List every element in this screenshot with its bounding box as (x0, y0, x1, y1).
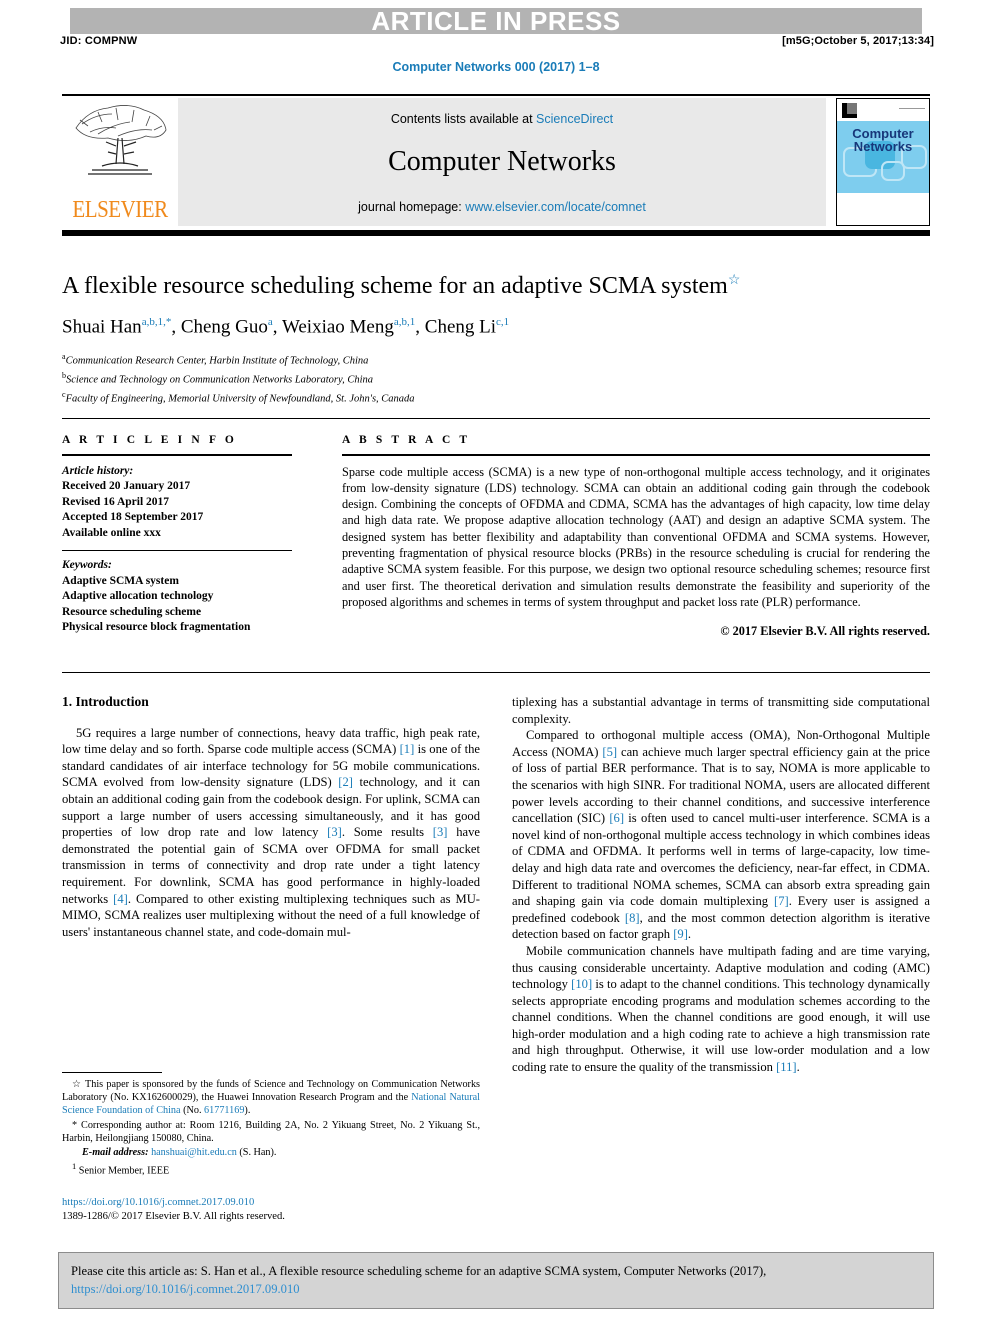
keyword-item: Adaptive allocation technology (62, 590, 214, 602)
abstract-column: A B S T R A C T Sparse code multiple acc… (342, 434, 930, 639)
page-title: A flexible resource scheduling scheme fo… (62, 272, 930, 300)
article-history-item: Accepted 18 September 2017 (62, 511, 204, 523)
article-history-item: Available online xxx (62, 526, 161, 539)
masthead-bottom-rule (62, 230, 930, 236)
abstract-text: Sparse code multiple access (SCMA) is a … (342, 464, 930, 609)
cover-journal-title: Computer Networks (837, 127, 929, 153)
keyword-item: Adaptive SCMA system (62, 574, 179, 587)
journal-masthead: ELSEVIER Contents lists available at Sci… (62, 94, 930, 226)
affiliation-item: aCommunication Research Center, Harbin I… (62, 352, 369, 367)
keywords-divider (62, 550, 292, 551)
elsevier-wordmark: ELSEVIER (72, 195, 168, 223)
cover-title-line2: Networks (853, 139, 913, 154)
article-in-press-banner: ARTICLE IN PRESS (70, 8, 922, 34)
journal-homepage-line: journal homepage: www.elsevier.com/locat… (178, 200, 826, 214)
journal-title: Computer Networks (388, 146, 616, 177)
article-info-heading: A R T I C L E I N F O (62, 434, 237, 446)
journal-cover-thumbnail: Computer Networks (836, 98, 930, 226)
abstract-divider (342, 454, 930, 456)
footnote-block: ☆ This paper is sponsored by the funds o… (62, 1078, 480, 1179)
info-divider (62, 454, 292, 456)
doi-link[interactable]: https://doi.org/10.1016/j.comnet.2017.09… (62, 1196, 480, 1210)
author-list: Shuai Hana,b,1,*, Cheng Guoa, Weixiao Me… (62, 316, 510, 338)
contents-available-line: Contents lists available at ScienceDirec… (178, 112, 826, 126)
footnote-corresponding-author: * Corresponding author at: Room 1216, Bu… (62, 1119, 480, 1144)
keyword-items: Adaptive SCMA system Adaptive allocation … (62, 574, 292, 636)
journal-homepage-link[interactable]: www.elsevier.com/locate/comnet (465, 200, 646, 214)
abstract-copyright: © 2017 Elsevier B.V. All rights reserved… (720, 624, 930, 639)
affiliation-item: cFaculty of Engineering, Memorial Univer… (62, 390, 415, 405)
issn-copyright-line: 1389-1286/© 2017 Elsevier B.V. All right… (62, 1211, 285, 1222)
footnote-rule (62, 1072, 162, 1073)
section-heading-introduction: 1. Introduction (62, 694, 149, 709)
cover-bottom-strip (837, 209, 929, 225)
article-title-text: A flexible resource scheduling scheme fo… (62, 273, 728, 299)
qr-code-icon (842, 103, 857, 118)
article-history-label: Article history: (62, 464, 134, 477)
footnote-member: 1 Senior Member, IEEE (72, 1161, 170, 1177)
body-left-column: 1. Introduction 5G requires a large numb… (62, 694, 480, 940)
intro-paragraph-1: 5G requires a large number of connection… (62, 725, 480, 939)
article-history-item: Received 20 January 2017 (62, 480, 191, 492)
keyword-item: Physical resource block fragmentation (62, 621, 251, 633)
abstract-bottom-rule (62, 672, 930, 673)
typesetter-stamp: [m5G;October 5, 2017;13:34] (782, 35, 934, 47)
homepage-prefix: journal homepage: (358, 200, 466, 214)
keywords-block: Keywords: Adaptive SCMA system Adaptive a… (62, 558, 292, 636)
elsevier-logo: ELSEVIER (62, 98, 178, 226)
keywords-label: Keywords: (62, 559, 112, 571)
affiliation-item: bScience and Technology on Communication… (62, 371, 374, 386)
article-page: ARTICLE IN PRESS JID: COMPNW [m5G;Octobe… (0, 0, 992, 1323)
contents-prefix: Contents lists available at (390, 112, 537, 126)
citation-doi-link[interactable]: https://doi.org/10.1016/j.comnet.2017.09… (71, 1282, 300, 1296)
article-history-item: Revised 16 April 2017 (62, 495, 170, 508)
footnote-funding: ☆ This paper is sponsored by the funds o… (62, 1079, 480, 1117)
elsevier-tree-icon (74, 105, 167, 175)
citation-text: Please cite this article as: S. Han et a… (71, 1264, 767, 1278)
sciencedirect-link[interactable]: ScienceDirect (536, 112, 613, 126)
cover-art-band: Computer Networks (837, 121, 929, 193)
journal-reference-line: Computer Networks 000 (2017) 1–8 (392, 60, 600, 74)
doi-block: https://doi.org/10.1016/j.comnet.2017.09… (62, 1196, 480, 1224)
keyword-item: Resource scheduling scheme (62, 605, 202, 618)
cover-top-strip (837, 99, 929, 121)
article-history-items: Received 20 January 2017 Revised 16 April… (62, 479, 292, 541)
abstract-heading: A B S T R A C T (342, 434, 471, 446)
article-info-column: A R T I C L E I N F O Article history: R… (62, 434, 292, 636)
info-top-rule (62, 418, 930, 419)
intro-paragraph-3: Mobile communication channels have multi… (512, 943, 930, 1075)
intro-paragraph-continued: tiplexing has a substantial advantage in… (512, 695, 930, 726)
cover-microtext (899, 106, 925, 109)
masthead-center: Contents lists available at ScienceDirec… (178, 98, 826, 226)
citation-box: Please cite this article as: S. Han et a… (58, 1252, 934, 1309)
intro-paragraph-2: Compared to orthogonal multiple access (… (512, 728, 931, 942)
affiliation-list: aCommunication Research Center, Harbin I… (62, 350, 930, 407)
article-history-block: Article history: Received 20 January 201… (62, 464, 292, 542)
body-right-column: tiplexing has a substantial advantage in… (512, 694, 930, 1076)
footnote-email: E-mail address: hanshuai@hit.edu.cn (S. … (82, 1147, 277, 1159)
funding-marker-icon: ☆ (727, 273, 741, 288)
journal-id-label: JID: COMPNW (60, 35, 138, 47)
